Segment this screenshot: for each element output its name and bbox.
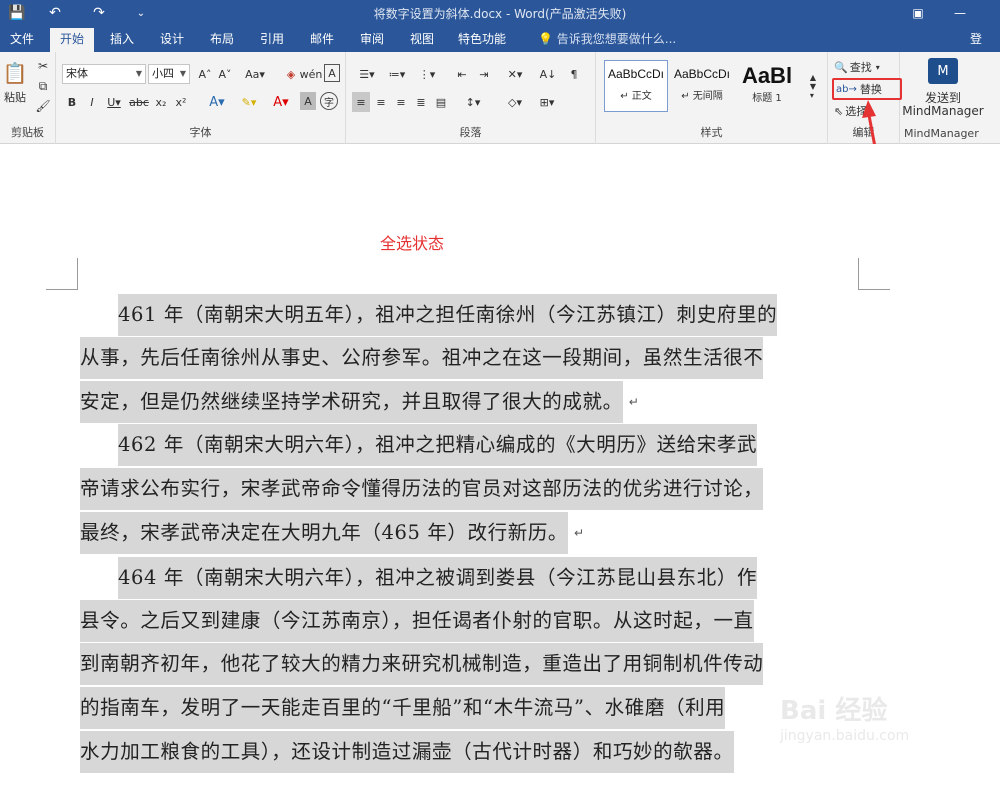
doc-line-text: 462 年（南朝宋大明六年），祖冲之把精心编成的《大明历》送给宋孝武 bbox=[118, 424, 758, 466]
doc-line-text: 从事，先后任南徐州从事史、公府参军。祖冲之在这一段期间，虽然生活很不 bbox=[80, 337, 764, 379]
doc-line-text: 461 年（南朝宋大明五年），祖冲之担任南徐州（今江苏镇江）刺史府里的 bbox=[118, 294, 778, 336]
doc-line: 到南朝齐初年，他花了较大的精力来研究机械制造，重造出了用铜制机件传动 bbox=[80, 643, 764, 685]
doc-line: 县令。之后又到建康（今江苏南京），担任谒者仆射的官职。从这时起，一直 bbox=[80, 600, 754, 642]
annotation-label: 全选状态 bbox=[380, 234, 445, 253]
doc-line-text: 县令。之后又到建康（今江苏南京），担任谒者仆射的官职。从这时起，一直 bbox=[80, 600, 754, 642]
doc-line-text: 水力加工粮食的工具），还设计制造过漏壶（古代计时器）和巧妙的欹器。 bbox=[80, 731, 734, 773]
doc-line: 水力加工粮食的工具），还设计制造过漏壶（古代计时器）和巧妙的欹器。 bbox=[80, 731, 734, 773]
doc-line: 462 年（南朝宋大明六年），祖冲之把精心编成的《大明历》送给宋孝武 bbox=[118, 424, 758, 466]
doc-line: 最终，宋孝武帝决定在大明九年（465 年）改行新历。 ↵ bbox=[80, 512, 584, 554]
doc-line: 帝请求公布实行，宋孝武帝命令懂得历法的官员对这部历法的优劣进行讨论， bbox=[80, 468, 764, 510]
doc-line: 461 年（南朝宋大明五年），祖冲之担任南徐州（今江苏镇江）刺史府里的 bbox=[118, 294, 778, 336]
doc-line-text: 安定，但是仍然继续坚持学术研究，并且取得了很大的成就。 bbox=[80, 381, 623, 423]
doc-line: 安定，但是仍然继续坚持学术研究，并且取得了很大的成就。 ↵ bbox=[80, 381, 639, 423]
doc-line: 464 年（南朝宋大明六年），祖冲之被调到娄县（今江苏昆山县东北）作 bbox=[118, 557, 758, 599]
watermark: Bai 经验 bbox=[780, 696, 888, 726]
arrow-head bbox=[862, 100, 876, 118]
paragraph-mark: ↵ bbox=[574, 526, 585, 540]
doc-line-text: 的指南车，发明了一天能走百里的“千里船”和“木牛流马”、水碓磨（利用 bbox=[80, 687, 726, 729]
page-corner-mark-right bbox=[858, 258, 890, 290]
doc-line-text: 最终，宋孝武帝决定在大明九年（465 年）改行新历。 bbox=[80, 512, 569, 554]
paragraph-mark: ↵ bbox=[628, 395, 639, 409]
doc-line: 的指南车，发明了一天能走百里的“千里船”和“木牛流马”、水碓磨（利用 bbox=[80, 687, 726, 729]
watermark-url: jingyan.baidu.com bbox=[780, 728, 910, 744]
page-corner-mark-left bbox=[46, 258, 78, 290]
doc-line-text: 帝请求公布实行，宋孝武帝命令懂得历法的官员对这部历法的优劣进行讨论， bbox=[80, 468, 764, 510]
doc-line-text: 到南朝齐初年，他花了较大的精力来研究机械制造，重造出了用铜制机件传动 bbox=[80, 643, 764, 685]
doc-line: 从事，先后任南徐州从事史、公府参军。祖冲之在这一段期间，虽然生活很不 bbox=[80, 337, 764, 379]
doc-line-text: 464 年（南朝宋大明六年），祖冲之被调到娄县（今江苏昆山县东北）作 bbox=[118, 557, 758, 599]
